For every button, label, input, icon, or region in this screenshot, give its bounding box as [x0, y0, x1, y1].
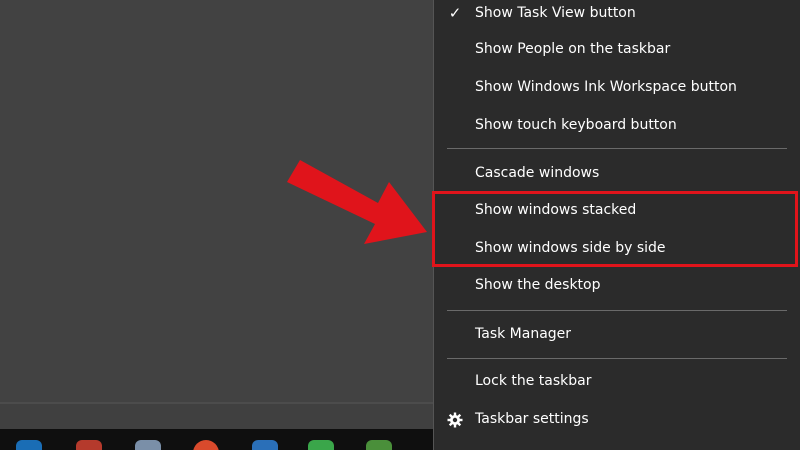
- annotation-arrow-icon: [287, 160, 427, 244]
- screen: ✓ Show Task View button Show People on t…: [0, 0, 800, 450]
